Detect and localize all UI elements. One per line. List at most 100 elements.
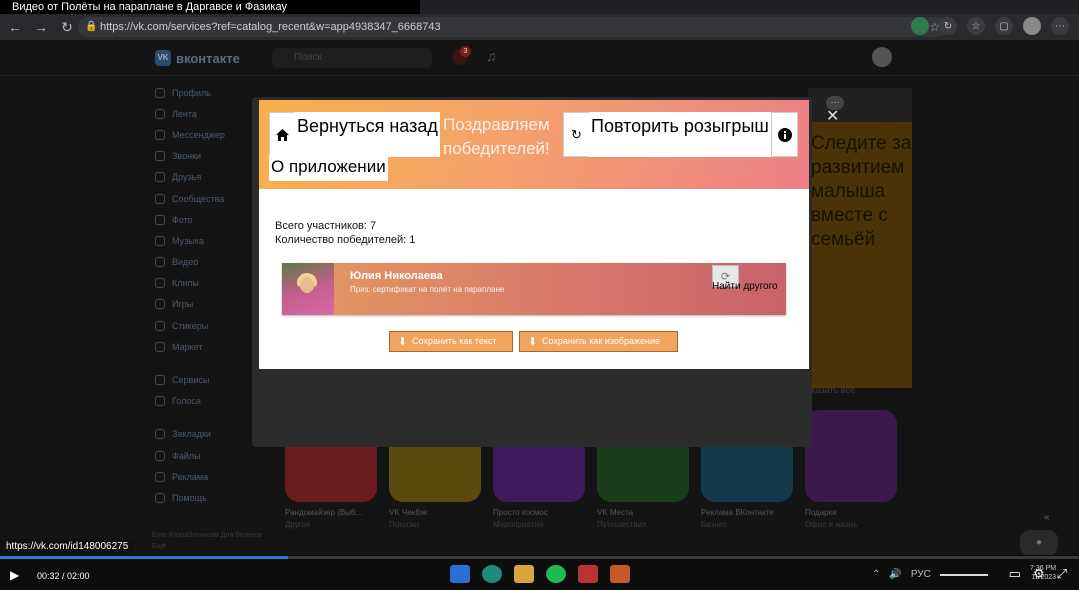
vk-user-avatar[interactable] — [872, 47, 892, 67]
timecode: 00:32 / 02:00 — [37, 571, 90, 581]
miniplayer-icon[interactable]: ▭ — [1009, 566, 1021, 582]
home-icon[interactable] — [269, 112, 296, 157]
favorites-icon[interactable]: ☆ — [967, 17, 985, 35]
sidebar-item[interactable]: Мессенджер — [155, 124, 265, 145]
sidebar-item[interactable]: Файлы — [155, 445, 265, 466]
browser-toolbar: ← → ↻ 🔒 https://vk.com/services?ref=cata… — [0, 14, 1079, 40]
extension-icon[interactable] — [911, 17, 929, 35]
save-as-image-label: Сохранить как изображение — [542, 336, 661, 346]
vk-footer-links[interactable]: Блог Разработчикам Для бизнеса Ещё — [152, 530, 262, 552]
sidebar-item[interactable]: Клипы — [155, 273, 265, 294]
avatar-face — [300, 277, 314, 293]
sidebar-item[interactable]: Сервисы — [155, 369, 265, 390]
refresh-extension-icon[interactable]: ↻ — [939, 17, 957, 35]
sidebar-item[interactable]: Профиль — [155, 82, 265, 103]
sidebar-divider — [155, 357, 265, 369]
collections-icon[interactable]: ▢ — [995, 17, 1013, 35]
sidebar-item-icon — [155, 278, 165, 289]
sidebar-item[interactable]: Звонки — [155, 146, 265, 167]
info-icon[interactable] — [771, 112, 798, 157]
vk-search-input[interactable]: Поиск — [272, 48, 432, 68]
sidebar-item[interactable]: Реклама — [155, 466, 265, 487]
vk-ad-header: ⋯ — [808, 88, 912, 122]
spotify-icon[interactable] — [546, 565, 566, 583]
sidebar-item[interactable]: Лента — [155, 103, 265, 124]
sidebar-item[interactable]: Друзья — [155, 167, 265, 188]
app-icon[interactable] — [610, 565, 630, 583]
sidebar-item-icon — [155, 87, 165, 98]
play-icon[interactable]: ▶ — [10, 568, 19, 582]
app-name: VK Места — [597, 508, 634, 517]
back-button[interactable]: Вернуться назад — [295, 112, 440, 157]
file-explorer-icon[interactable] — [514, 565, 534, 583]
vk-logo-icon: VK — [155, 50, 171, 66]
sidebar-item-label: Игры — [172, 299, 194, 310]
collapse-chevrons-icon[interactable]: « — [1044, 512, 1050, 523]
sidebar-item-icon — [155, 341, 165, 352]
sidebar-item-icon — [155, 172, 165, 183]
vk-header: VK вконтакте Поиск 3 ♫ — [0, 40, 1079, 76]
sidebar-item[interactable]: Помощь — [155, 487, 265, 508]
fullscreen-icon[interactable]: ⤢ — [1057, 566, 1067, 582]
sidebar-item-icon — [155, 193, 165, 204]
sidebar-item[interactable]: Видео — [155, 252, 265, 273]
sidebar-item-label: Мессенджер — [172, 129, 225, 140]
sidebar-item-icon — [155, 129, 165, 140]
repeat-draw-button[interactable]: Повторить розыгрыш — [589, 112, 771, 157]
screen-recorder-icon[interactable] — [578, 565, 598, 583]
sidebar-item-icon — [155, 471, 165, 482]
address-url: https://vk.com/services?ref=catalog_rece… — [100, 21, 441, 33]
profile-avatar[interactable] — [1023, 17, 1041, 35]
reload-icon[interactable]: ↻ — [56, 16, 78, 38]
sidebar-item[interactable]: Фото — [155, 209, 265, 230]
sidebar-item[interactable]: Игры — [155, 294, 265, 315]
volume-icon[interactable]: 🔊 — [889, 569, 901, 580]
volume-slider[interactable] — [939, 573, 988, 576]
app-category: Другое — [285, 520, 311, 529]
progress-fill — [0, 556, 289, 559]
repeat-icon[interactable]: ↻ — [563, 112, 590, 157]
vk-logo-text: вконтакте — [176, 50, 240, 66]
about-app-button[interactable]: О приложении — [269, 155, 388, 181]
app-card[interactable]: Подарки Офис и жизнь — [805, 410, 897, 529]
modal-title: Поздравляем победителей! — [443, 115, 550, 158]
tray-chevron-icon[interactable]: ⌃ — [872, 569, 880, 580]
lock-icon: 🔒 — [85, 21, 98, 32]
winner-name[interactable]: Юлия Николаева — [350, 270, 443, 282]
modal-banner: Вернуться назад Поздравляем победителей!… — [259, 100, 809, 189]
system-tray: ⌃ 🔊 РУС — [872, 569, 988, 580]
vk-logo[interactable]: VK вконтакте — [155, 50, 240, 66]
save-as-text-button[interactable]: ⬇ Сохранить как текст — [389, 331, 513, 352]
progress-track[interactable] — [0, 556, 1079, 559]
menu-dots-icon[interactable]: ⋯ — [1051, 17, 1069, 35]
windows-start-icon[interactable] — [450, 565, 470, 583]
sidebar-item-label: Сервисы — [172, 375, 210, 386]
music-note-icon[interactable]: ♫ — [486, 48, 497, 64]
edge-browser-icon[interactable] — [482, 565, 502, 583]
save-as-image-button[interactable]: ⬇ Сохранить как изображение — [519, 331, 678, 352]
winners-count: Количество победителей: 1 — [275, 234, 416, 246]
sidebar-item-icon — [155, 492, 165, 503]
sidebar-item[interactable]: Голоса — [155, 391, 265, 412]
find-another-button[interactable]: Найти другого — [712, 281, 778, 292]
app-category: Мероприятия — [493, 520, 544, 529]
sidebar-item-icon — [155, 429, 165, 440]
close-icon[interactable]: ✕ — [826, 106, 839, 126]
chat-bubble-icon[interactable]: ● — [1020, 530, 1058, 556]
back-arrow-icon[interactable]: ← — [4, 16, 26, 38]
app-category: Офис и жизнь — [805, 520, 858, 529]
sidebar-item[interactable]: Закладки — [155, 424, 265, 445]
lang-indicator[interactable]: РУС — [911, 569, 931, 580]
winner-avatar[interactable] — [282, 263, 334, 315]
status-bar-url: https://vk.com/id148006275 — [0, 539, 135, 555]
taskbar-apps — [450, 565, 630, 583]
sidebar-item-icon — [155, 214, 165, 225]
forward-arrow-icon[interactable]: → — [30, 16, 52, 38]
winner-card: Юлия Николаева Приз: сертификат на полёт… — [282, 263, 786, 315]
sidebar-item[interactable]: Сообщества — [155, 188, 265, 209]
sidebar-item[interactable]: Стикеры — [155, 315, 265, 336]
sidebar-item[interactable]: Музыка — [155, 230, 265, 251]
sidebar-item[interactable]: Маркет — [155, 336, 265, 357]
vk-ad-banner[interactable]: ⋯ Следите за развитием малыша вместе с с… — [808, 88, 912, 388]
address-bar[interactable]: 🔒 https://vk.com/services?ref=catalog_re… — [78, 17, 948, 37]
